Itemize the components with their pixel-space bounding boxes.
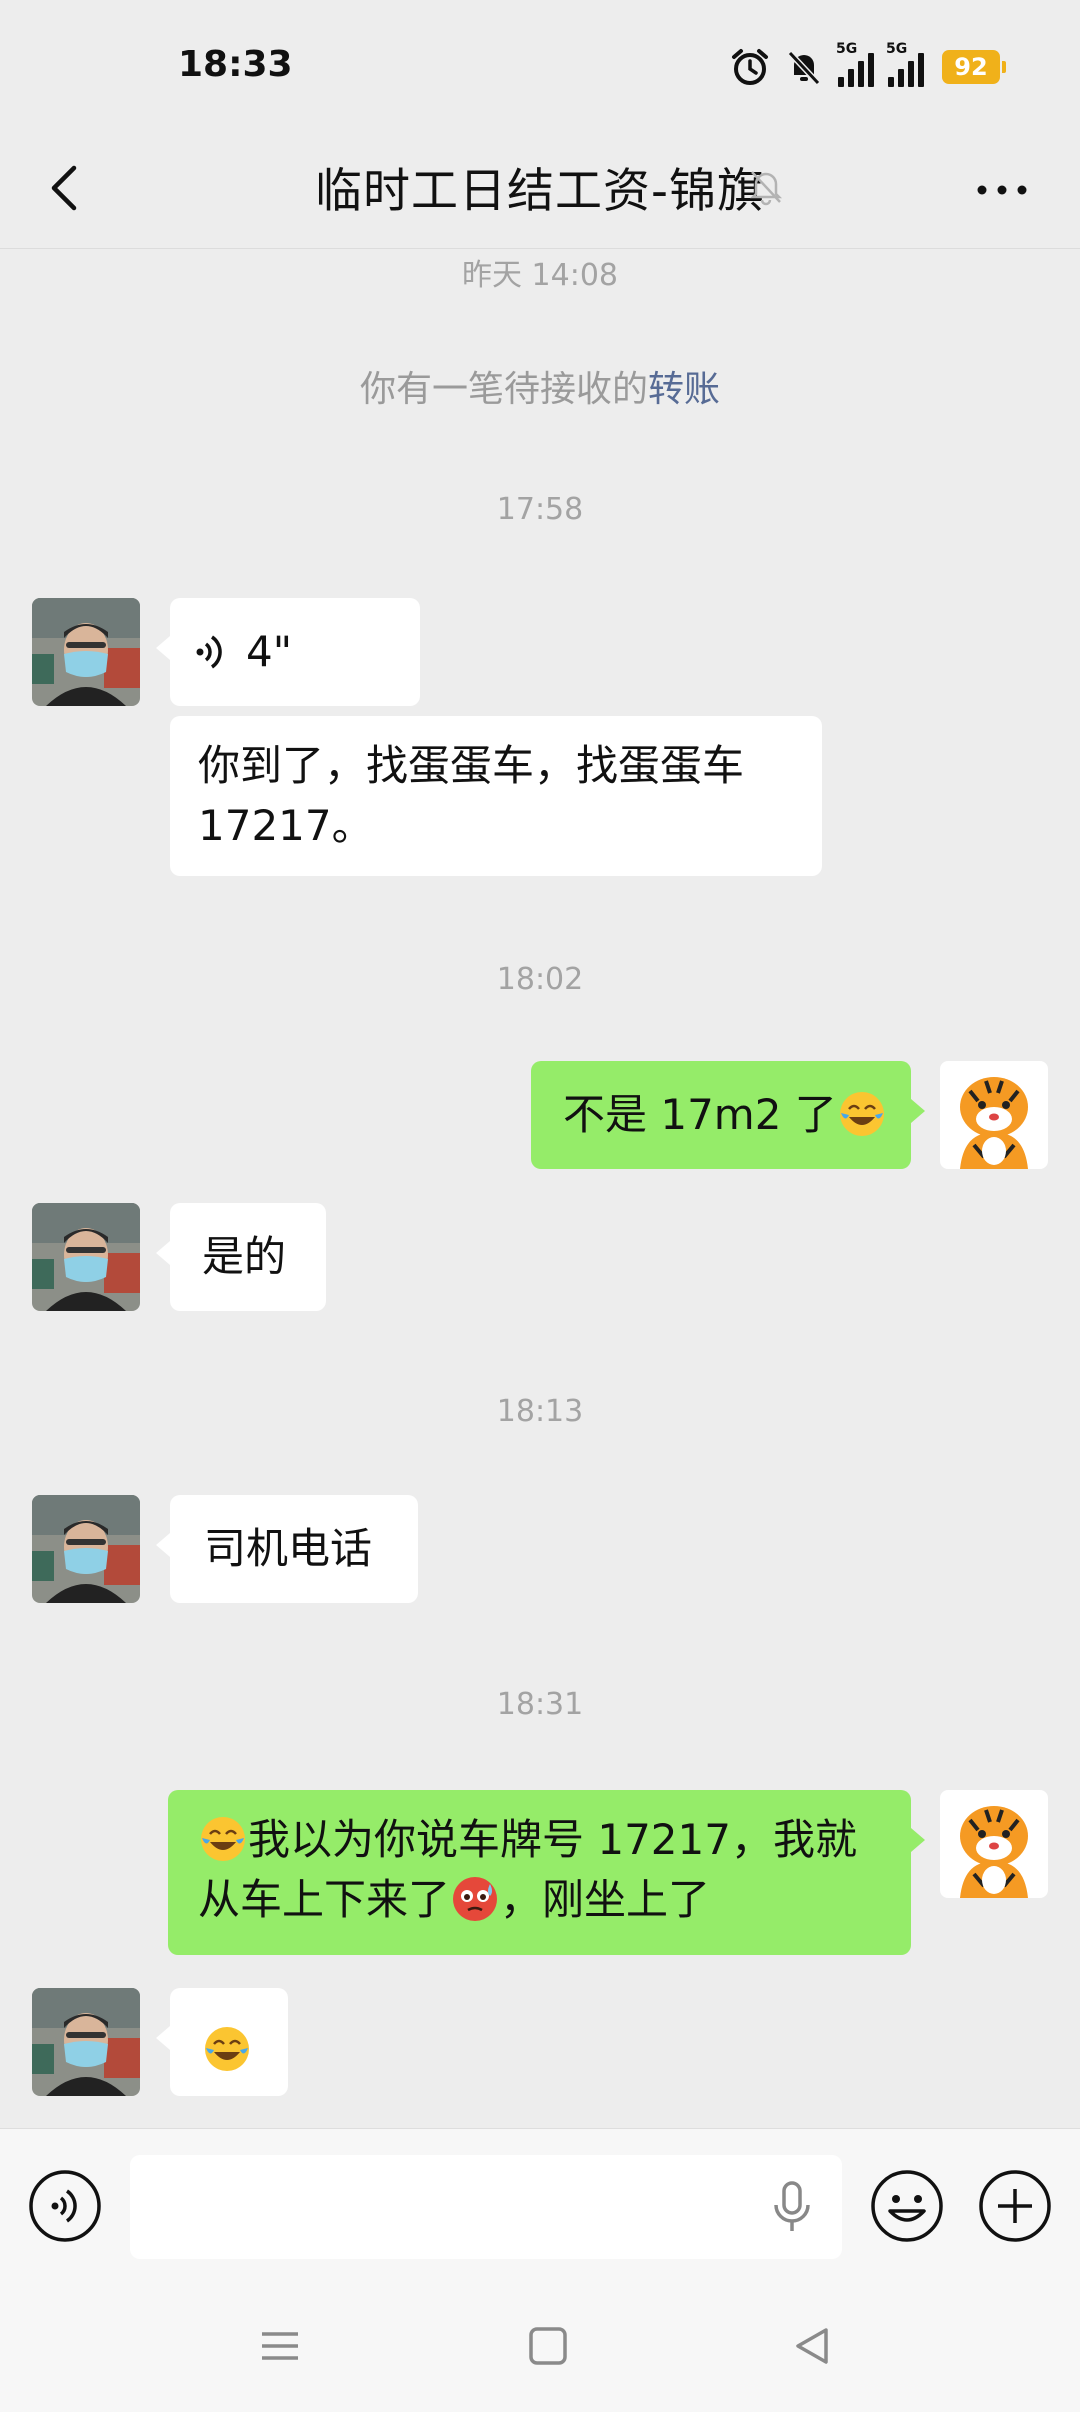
contact-avatar[interactable] — [32, 598, 140, 706]
self-text-message[interactable]: 我以为你说车牌号 17217，我就从车上下来了 ，刚坐上了 — [168, 1790, 925, 1955]
tears-of-joy-emoji — [205, 2026, 249, 2071]
contact-avatar[interactable] — [32, 1988, 140, 2096]
emoji-icon[interactable] — [870, 2169, 944, 2243]
status-icons: 5G 5G 92 — [730, 41, 1006, 92]
contact-avatar[interactable] — [32, 1203, 140, 1311]
flushed-emoji — [453, 1876, 498, 1921]
self-avatar[interactable] — [940, 1790, 1048, 1898]
self-message-text-end: ，刚坐上了 — [500, 1875, 711, 1924]
home-icon[interactable] — [526, 2324, 570, 2368]
status-time: 18:33 — [178, 44, 293, 85]
status-bar: 18:33 5G 5G 92 — [0, 0, 1080, 130]
self-avatar[interactable] — [940, 1061, 1048, 1169]
signal-icon-1: 5G — [836, 41, 874, 87]
back-triangle-icon[interactable] — [790, 2324, 834, 2368]
plus-icon[interactable] — [978, 2169, 1052, 2243]
text-message[interactable]: 司机电话 — [156, 1495, 418, 1603]
system-navigation-bar — [0, 2288, 1080, 2412]
message-list[interactable]: 昨天 14:08 你有一笔待接收的转账 17:58 4" 你到了，找蛋蛋车，找蛋… — [0, 248, 1080, 2128]
timestamp: 18:02 — [496, 962, 584, 997]
chat-title: 临时工日结工资-锦旗 — [315, 164, 765, 219]
text-message[interactable]: 你到了，找蛋蛋车，找蛋蛋车17217。 — [170, 716, 822, 876]
voice-duration: 4" — [246, 627, 293, 676]
transfer-notice: 你有一笔待接收的转账 — [0, 360, 1080, 412]
self-message-text: 不是 17m2 了 — [563, 1090, 837, 1139]
self-text-message[interactable]: 不是 17m2 了 — [531, 1061, 925, 1169]
transfer-link[interactable]: 转账 — [648, 369, 720, 410]
alarm-icon — [732, 49, 768, 85]
emoji-message[interactable] — [156, 1988, 288, 2096]
timestamp: 18:31 — [496, 1687, 584, 1722]
transfer-notice-text: 你有一笔待接收的 — [359, 369, 648, 410]
input-bar — [0, 2128, 1080, 2289]
voice-input-toggle-icon[interactable] — [28, 2169, 102, 2243]
chat-header: 临时工日结工资-锦旗 — [0, 130, 1080, 249]
timestamp: 18:13 — [496, 1394, 584, 1429]
menu-icon[interactable] — [258, 2324, 302, 2368]
timestamp: 17:58 — [496, 492, 584, 527]
text-message[interactable]: 是的 — [156, 1203, 326, 1311]
mute-bell-icon — [749, 171, 783, 206]
contact-avatar[interactable] — [32, 1495, 140, 1603]
voice-icon — [196, 635, 222, 669]
signal-icon-2: 5G — [886, 41, 924, 87]
battery-indicator: 92 — [942, 50, 1006, 84]
timestamp: 昨天 14:08 — [462, 258, 618, 293]
mute-notification-icon — [787, 50, 821, 86]
voice-message[interactable]: 4" — [156, 598, 420, 706]
message-input[interactable] — [130, 2155, 842, 2259]
microphone-icon[interactable] — [768, 2179, 816, 2235]
tears-of-joy-emoji — [201, 1816, 245, 1861]
more-icon[interactable] — [972, 170, 1032, 210]
tears-of-joy-emoji — [839, 1091, 884, 1136]
